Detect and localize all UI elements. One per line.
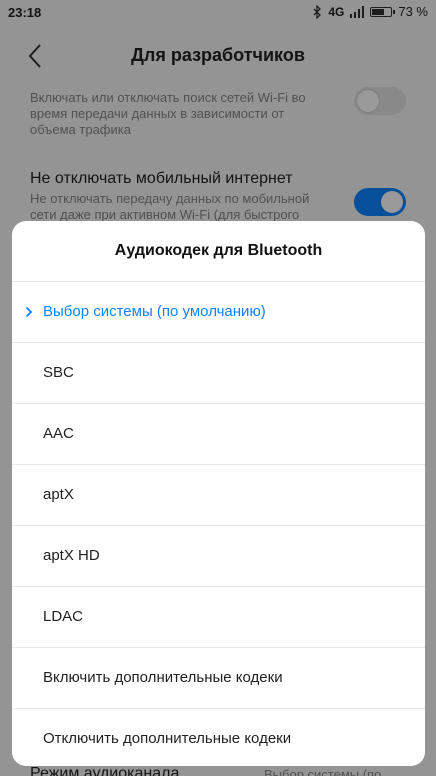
option-label: aptX HD	[43, 547, 100, 564]
option-aptx[interactable]: aptX	[12, 465, 425, 526]
option-aac[interactable]: AAC	[12, 404, 425, 465]
option-label: Включить дополнительные кодеки	[43, 669, 283, 686]
chevron-right-icon	[25, 306, 33, 318]
option-label: AAC	[43, 425, 74, 442]
option-enable-extra-codecs[interactable]: Включить дополнительные кодеки	[12, 648, 425, 709]
option-sbc[interactable]: SBC	[12, 343, 425, 404]
option-label: LDAC	[43, 608, 84, 625]
option-disable-extra-codecs[interactable]: Отключить дополнительные кодеки	[12, 709, 425, 766]
screen: 23:18 4G 73 % Для разработчиков Включать…	[0, 0, 436, 776]
codec-dialog: Аудиокодек для Bluetooth Выбор системы (…	[12, 221, 425, 766]
option-aptx-hd[interactable]: aptX HD	[12, 526, 425, 587]
option-system-default[interactable]: Выбор системы (по умолчанию)	[12, 282, 425, 343]
option-label: SBC	[43, 364, 74, 381]
option-label: Выбор системы (по умолчанию)	[43, 303, 266, 320]
dialog-title: Аудиокодек для Bluetooth	[12, 221, 425, 282]
option-ldac[interactable]: LDAC	[12, 587, 425, 648]
option-label: aptX	[43, 486, 74, 503]
option-label: Отключить дополнительные кодеки	[43, 730, 292, 747]
